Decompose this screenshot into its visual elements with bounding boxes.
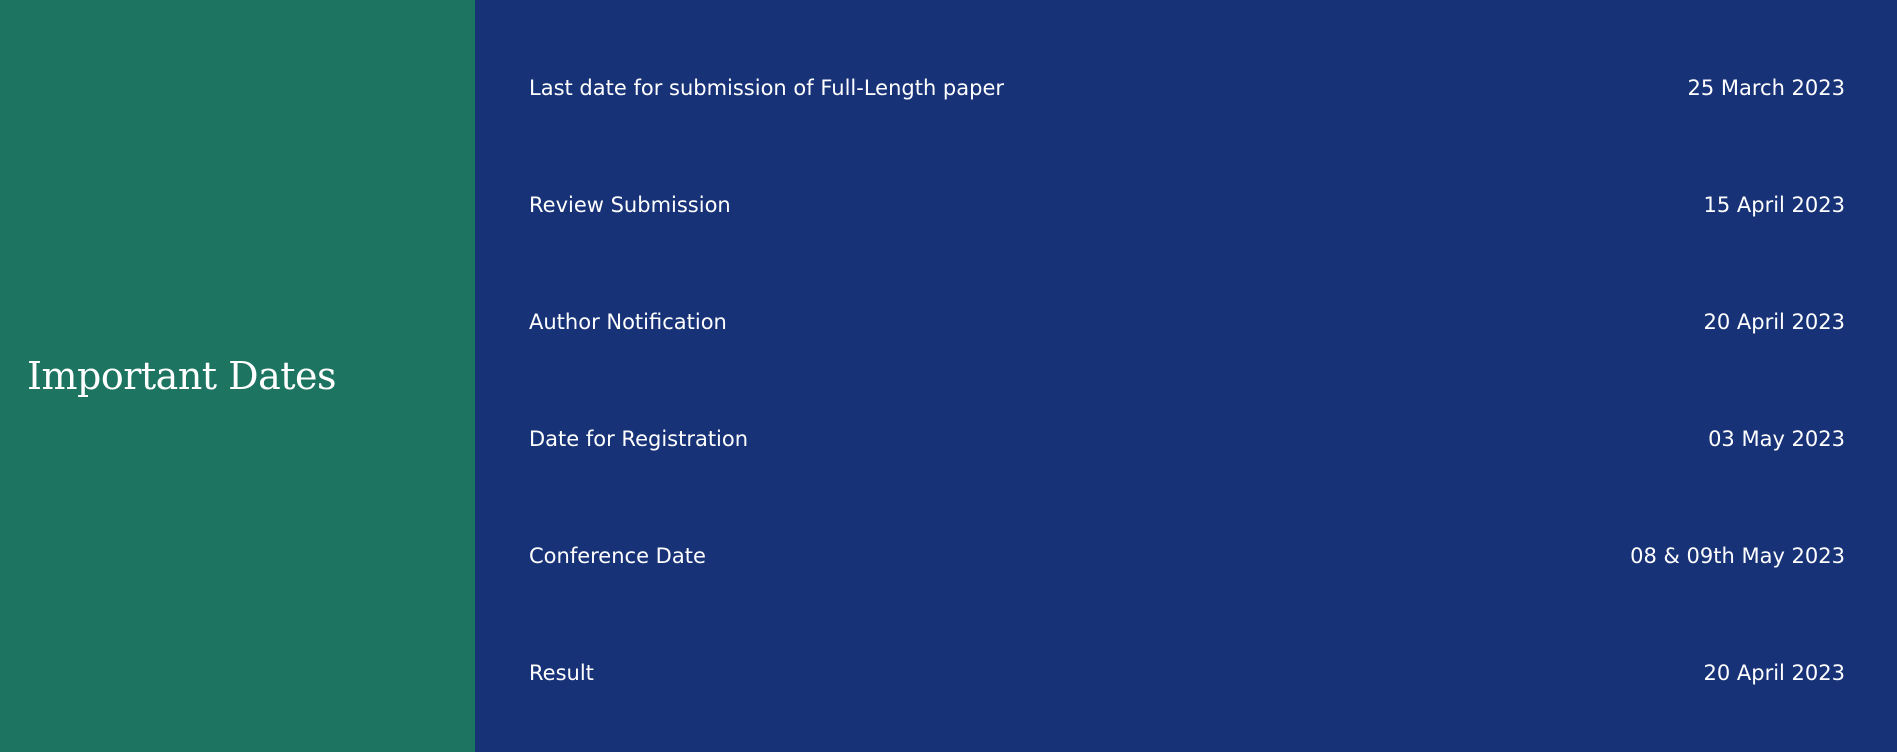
- event-date: 20 April 2023: [1703, 310, 1845, 334]
- event-label: Review Submission: [529, 193, 731, 217]
- event-date: 03 May 2023: [1708, 427, 1845, 451]
- date-row: Author Notification 20 April 2023: [529, 268, 1845, 385]
- dates-list: Last date for submission of Full-Length …: [529, 34, 1845, 736]
- date-row: Review Submission 15 April 2023: [529, 151, 1845, 268]
- dates-panel: Last date for submission of Full-Length …: [475, 0, 1897, 752]
- important-dates-section: Important Dates Last date for submission…: [0, 0, 1897, 752]
- date-row: Conference Date 08 & 09th May 2023: [529, 502, 1845, 619]
- event-label: Author Notification: [529, 310, 727, 334]
- section-title: Important Dates: [27, 354, 337, 398]
- event-label: Last date for submission of Full-Length …: [529, 76, 1005, 100]
- event-label: Result: [529, 661, 594, 685]
- date-row: Date for Registration 03 May 2023: [529, 385, 1845, 502]
- event-date: 15 April 2023: [1703, 193, 1845, 217]
- date-row: Result 20 April 2023: [529, 619, 1845, 736]
- section-title-panel: Important Dates: [0, 0, 475, 752]
- event-date: 25 March 2023: [1687, 76, 1845, 100]
- event-date: 20 April 2023: [1703, 661, 1845, 685]
- event-label: Date for Registration: [529, 427, 749, 451]
- event-date: 08 & 09th May 2023: [1630, 544, 1845, 568]
- event-label: Conference Date: [529, 544, 706, 568]
- date-row: Last date for submission of Full-Length …: [529, 34, 1845, 151]
